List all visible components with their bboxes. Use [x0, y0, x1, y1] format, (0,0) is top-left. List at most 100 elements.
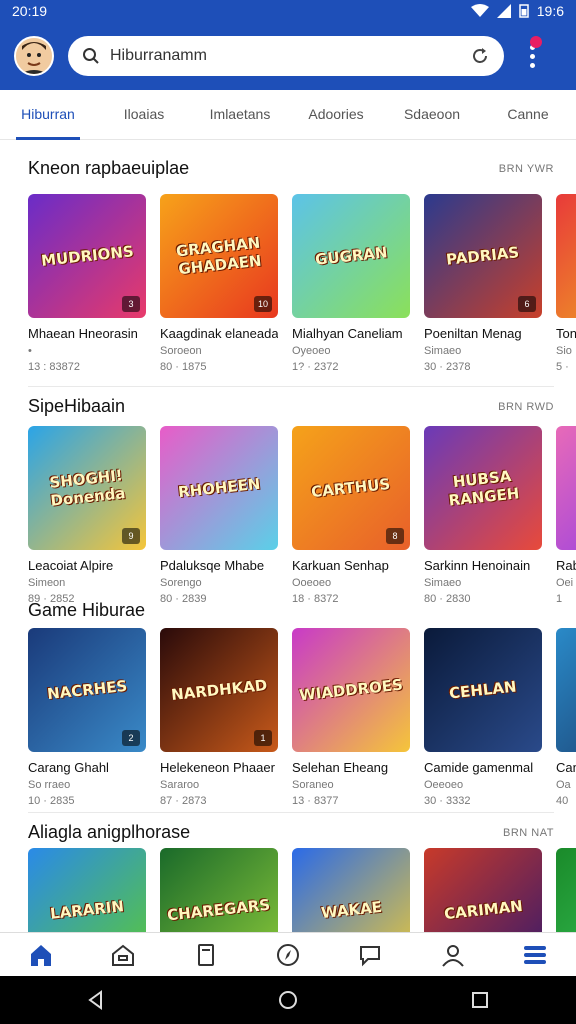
game-thumbnail[interactable]: NARDHKAD 1 [160, 628, 278, 752]
game-thumbnail[interactable]: WIADDROES [292, 628, 410, 752]
thumbnail-art-title: HUBSA RANGEH [447, 467, 521, 510]
game-card[interactable]: CARTHUS 8 Karkuan Senhap Ooeoeo 18 · 8372 [292, 426, 410, 605]
nav-library[interactable] [186, 935, 226, 975]
section-title: SipeHibaain [28, 396, 126, 416]
game-stat: 80 · 1875 [160, 361, 207, 373]
thumbnail-art-title: PADRIAS [445, 243, 521, 269]
home-circle-icon[interactable] [277, 989, 299, 1011]
section-header: SipeHibaain BRN RWD [28, 396, 554, 417]
game-title: Pdaluksqe Mhabe [160, 558, 265, 573]
game-card[interactable]: PADRIAS 6 Poeniltan Menag Simaeo 30 · 2378 [424, 194, 542, 373]
game-card[interactable]: Ton Sio 5 · [556, 194, 576, 373]
game-thumbnail[interactable] [556, 628, 576, 752]
game-stat: 87 · 2873 [160, 795, 207, 807]
game-thumbnail[interactable]: GRAGHAN GHADAEN 10 [160, 194, 278, 318]
section-more-link[interactable]: BRN NAT [503, 827, 554, 839]
thumbnail-art-title: RHOHEEN [177, 474, 261, 502]
game-thumbnail[interactable]: HUBSA RANGEH [424, 426, 542, 550]
game-row: MUDRIONS 3 Mhaean Hneorasin • 13 : 83872 GRA… [28, 194, 576, 373]
game-title: Leacoiat Alpire [28, 558, 114, 573]
game-meta: Soroeon [160, 345, 202, 357]
tab-hiburran[interactable]: Hiburran [0, 90, 96, 140]
game-thumbnail[interactable]: RHOHEEN [160, 426, 278, 550]
game-meta: Sorengo [160, 577, 202, 589]
game-card[interactable]: WAKAE [292, 848, 410, 932]
game-title: Kaagdinak elaneadar [160, 326, 278, 341]
thumbnail-art-title: LARARIN [49, 897, 125, 923]
section-title: Game Hiburae [28, 600, 146, 620]
nav-menu[interactable] [515, 935, 555, 975]
thumbnail-art-title: GUGRAN [313, 243, 389, 269]
game-thumbnail[interactable] [556, 194, 576, 318]
badge: 2 [122, 730, 140, 746]
game-card[interactable]: WIADDROES Selehan Eheang Soraneo 13 · 8377 [292, 628, 410, 807]
game-meta: Sio [556, 345, 572, 357]
game-thumbnail[interactable]: CARIMAN [424, 848, 542, 932]
section-2: SipeHibaain BRN RWD SHOGHI! Donenda 9 Leac… [0, 396, 576, 605]
thumbnail-art-title: GRAGHAN GHADAEN [175, 233, 263, 279]
game-thumbnail[interactable]: SHOGHI! Donenda 9 [28, 426, 146, 550]
game-card[interactable]: LARARIN [28, 848, 146, 932]
thumbnail-art-title: CARTHUS [310, 474, 392, 502]
game-thumbnail[interactable] [556, 848, 576, 932]
game-thumbnail[interactable] [556, 426, 576, 550]
game-card[interactable]: Can Oa 40 [556, 628, 576, 807]
game-thumbnail[interactable]: CARTHUS 8 [292, 426, 410, 550]
game-thumbnail[interactable]: LARARIN [28, 848, 146, 932]
game-meta: Simaeo [424, 577, 462, 589]
game-thumbnail[interactable]: CHAREGARS [160, 848, 278, 932]
recents-icon[interactable] [469, 989, 491, 1011]
game-card[interactable]: SHOGHI! Donenda 9 Leacoiat Alpire Simeon 89 … [28, 426, 146, 605]
avatar[interactable] [14, 36, 54, 76]
tab-imlaetans[interactable]: Imlaetans [192, 90, 288, 140]
nav-profile[interactable] [433, 935, 473, 975]
search-bar[interactable] [68, 36, 504, 76]
thumbnail-art-title: CHAREGARS [166, 895, 272, 925]
game-card[interactable]: GRAGHAN GHADAEN 10 Kaagdinak elaneadar Soro… [160, 194, 278, 373]
tab-adoories[interactable]: Adoories [288, 90, 384, 140]
tab-iloaias[interactable]: Iloaias [96, 90, 192, 140]
search-input[interactable] [110, 47, 470, 65]
game-card[interactable]: NACRHES 2 Carang Ghahl So rraeo 10 · 2835 [28, 628, 146, 807]
game-stat: 13 : 83872 [28, 361, 80, 373]
game-card[interactable]: GUGRAN Mialhyan Caneliam Oyeoeo 1? · 2372 [292, 194, 410, 373]
section-more-link[interactable]: BRN RWD [498, 401, 554, 413]
game-card[interactable]: CARIMAN [424, 848, 542, 932]
game-card[interactable]: MUDRIONS 3 Mhaean Hneorasin • 13 : 83872 [28, 194, 146, 373]
section-4: Aliagla anigplhorase BRN NAT LARARIN CHA… [0, 822, 576, 932]
game-title: Ton [556, 326, 576, 341]
profile-icon [441, 944, 464, 967]
game-card[interactable] [556, 848, 576, 932]
nav-chat[interactable] [350, 935, 390, 975]
section-title: Kneon rapbaeuiplae [28, 158, 190, 178]
game-card[interactable]: RHOHEEN Pdaluksqe Mhabe Sorengo 80 · 2839 [160, 426, 278, 605]
game-thumbnail[interactable]: NACRHES 2 [28, 628, 146, 752]
nav-store[interactable] [103, 935, 143, 975]
game-card[interactable]: CEHLAN Camide gamenmal Oeeoeo 30 · 3332 [424, 628, 542, 807]
game-card[interactable]: NARDHKAD 1 Helekeneon Phaaer Sararoo 87 · 28… [160, 628, 278, 807]
game-thumbnail[interactable]: WAKAE [292, 848, 410, 932]
section-title: Aliagla anigplhorase [28, 822, 191, 842]
game-card[interactable]: CHAREGARS [160, 848, 278, 932]
tab-sdaeoon[interactable]: Sdaeoon [384, 90, 480, 140]
nav-home[interactable] [21, 935, 61, 975]
bottom-nav [0, 932, 576, 976]
game-thumbnail[interactable]: CEHLAN [424, 628, 542, 752]
section-more-link[interactable]: BRN YWR [499, 163, 554, 175]
tab-canne[interactable]: Canne [480, 90, 576, 140]
badge: 1 [254, 730, 272, 746]
game-thumbnail[interactable]: MUDRIONS 3 [28, 194, 146, 318]
notification-dot [530, 36, 542, 48]
refresh-icon[interactable] [470, 46, 490, 66]
game-title: Rab [556, 558, 576, 573]
game-card[interactable]: RabOei1 [556, 426, 576, 605]
content-feed[interactable]: Kneon rapbaeuiplae BRN YWR MUDRIONS 3 Mhae… [0, 140, 576, 932]
game-thumbnail[interactable]: GUGRAN [292, 194, 410, 318]
game-row: SHOGHI! Donenda 9 Leacoiat Alpire Simeon 89 … [28, 426, 576, 605]
game-thumbnail[interactable]: PADRIAS 6 [424, 194, 542, 318]
back-icon[interactable] [85, 989, 107, 1011]
game-card[interactable]: HUBSA RANGEH Sarkinn Henoinain Simaeo 80 · … [424, 426, 542, 605]
overflow-menu-button[interactable] [520, 36, 544, 76]
battery-icon [519, 4, 529, 18]
nav-explore[interactable] [268, 935, 308, 975]
